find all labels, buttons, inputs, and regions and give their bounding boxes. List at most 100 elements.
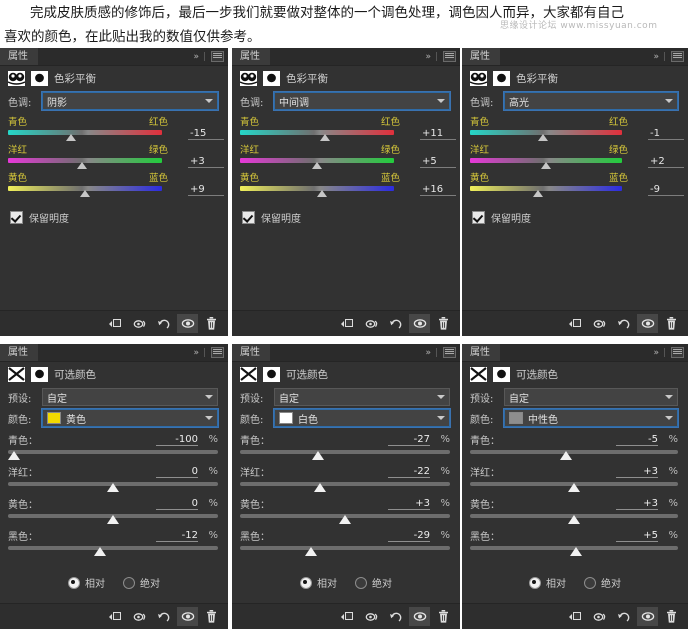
colors-dropdown[interactable]: 黄色 bbox=[41, 408, 219, 428]
clip-to-layer-button[interactable] bbox=[565, 607, 586, 626]
selective-color-slider[interactable]: 黑色： +5% bbox=[462, 527, 688, 556]
clip-to-layer-button[interactable] bbox=[337, 607, 358, 626]
method-absolute-radio[interactable]: 绝对 bbox=[584, 575, 621, 590]
layer-mask-icon[interactable] bbox=[493, 366, 510, 382]
slider-handle[interactable] bbox=[94, 547, 107, 556]
method-relative-radio[interactable]: 相对 bbox=[300, 575, 337, 590]
delete-button[interactable] bbox=[201, 607, 222, 626]
tab-properties[interactable]: 属性 bbox=[232, 48, 270, 65]
slider-value[interactable]: +11 bbox=[420, 128, 456, 140]
panel-menu-icon[interactable] bbox=[211, 51, 224, 62]
reset-button[interactable] bbox=[153, 314, 174, 333]
panel-menu-icon[interactable] bbox=[671, 347, 684, 358]
radio-dot[interactable] bbox=[123, 576, 135, 589]
collapse-panel-icon[interactable]: » bbox=[193, 348, 198, 358]
layer-mask-icon[interactable] bbox=[493, 70, 510, 86]
color-balance-slider[interactable]: 洋红 绿色 +2 bbox=[462, 144, 688, 169]
reset-button[interactable] bbox=[385, 314, 406, 333]
radio-dot[interactable] bbox=[584, 576, 596, 589]
panel-menu-icon[interactable] bbox=[443, 347, 456, 358]
collapse-panel-icon[interactable]: » bbox=[425, 52, 430, 62]
slider-handle[interactable] bbox=[541, 162, 551, 169]
reset-button[interactable] bbox=[613, 607, 634, 626]
tone-dropdown[interactable]: 阴影 bbox=[41, 91, 219, 111]
layer-mask-icon[interactable] bbox=[263, 70, 280, 86]
slider-value[interactable]: -5 bbox=[616, 434, 658, 446]
color-balance-slider[interactable]: 黄色 蓝色 +9 bbox=[0, 172, 228, 197]
slider-value[interactable]: +9 bbox=[188, 184, 224, 196]
slider-value[interactable]: +3 bbox=[616, 498, 658, 510]
selective-color-slider[interactable]: 青色： -5% bbox=[462, 431, 688, 460]
slider-handle[interactable] bbox=[107, 515, 119, 524]
method-absolute-radio[interactable]: 绝对 bbox=[355, 575, 392, 590]
slider-value[interactable]: +2 bbox=[648, 156, 684, 168]
preset-dropdown[interactable]: 自定 bbox=[504, 388, 678, 406]
radio-dot[interactable] bbox=[68, 576, 80, 589]
selective-color-slider[interactable]: 青色： -100% bbox=[0, 431, 228, 460]
slider-value[interactable]: -9 bbox=[648, 184, 684, 196]
view-previous-state-button[interactable] bbox=[129, 314, 150, 333]
method-relative-radio[interactable]: 相对 bbox=[529, 575, 566, 590]
radio-dot[interactable] bbox=[355, 576, 367, 589]
color-balance-slider[interactable]: 青色 红色 -15 bbox=[0, 116, 228, 141]
slider-handle[interactable] bbox=[76, 162, 87, 169]
slider-handle[interactable] bbox=[311, 451, 324, 460]
collapse-panel-icon[interactable]: » bbox=[653, 52, 658, 62]
slider-handle[interactable] bbox=[537, 134, 548, 141]
slider-handle[interactable] bbox=[339, 515, 351, 524]
clip-to-layer-button[interactable] bbox=[105, 607, 126, 626]
preset-dropdown[interactable]: 自定 bbox=[42, 388, 218, 406]
color-balance-slider[interactable]: 洋红 绿色 +5 bbox=[232, 144, 460, 169]
view-previous-state-button[interactable] bbox=[589, 607, 610, 626]
view-previous-state-button[interactable] bbox=[361, 607, 382, 626]
panel-menu-icon[interactable] bbox=[671, 51, 684, 62]
radio-dot[interactable] bbox=[529, 576, 541, 589]
slider-value[interactable]: -22 bbox=[388, 466, 430, 478]
selective-color-slider[interactable]: 黄色： +3% bbox=[232, 495, 460, 524]
slider-handle[interactable] bbox=[568, 483, 580, 492]
selective-color-slider[interactable]: 洋红： +3% bbox=[462, 463, 688, 492]
slider-handle[interactable] bbox=[305, 547, 318, 556]
tone-dropdown[interactable]: 中间调 bbox=[273, 91, 451, 111]
delete-button[interactable] bbox=[661, 607, 682, 626]
toggle-visibility-button[interactable] bbox=[177, 607, 198, 626]
selective-color-slider[interactable]: 黑色： -12% bbox=[0, 527, 228, 556]
collapse-panel-icon[interactable]: » bbox=[653, 348, 658, 358]
panel-menu-icon[interactable] bbox=[443, 51, 456, 62]
preserve-luminosity-row[interactable]: 保留明度 bbox=[0, 200, 228, 225]
colors-dropdown[interactable]: 中性色 bbox=[503, 408, 679, 428]
view-previous-state-button[interactable] bbox=[361, 314, 382, 333]
panel-menu-icon[interactable] bbox=[211, 347, 224, 358]
tab-properties[interactable]: 属性 bbox=[0, 48, 38, 65]
slider-value[interactable]: -15 bbox=[188, 128, 224, 140]
method-relative-radio[interactable]: 相对 bbox=[68, 575, 105, 590]
tab-properties[interactable]: 属性 bbox=[462, 344, 500, 361]
slider-handle[interactable] bbox=[107, 483, 119, 492]
selective-color-slider[interactable]: 青色： -27% bbox=[232, 431, 460, 460]
slider-handle[interactable] bbox=[80, 190, 90, 197]
preserve-luminosity-checkbox[interactable] bbox=[10, 211, 23, 224]
clip-to-layer-button[interactable] bbox=[105, 314, 126, 333]
collapse-panel-icon[interactable]: » bbox=[425, 348, 430, 358]
method-absolute-radio[interactable]: 绝对 bbox=[123, 575, 160, 590]
delete-button[interactable] bbox=[661, 314, 682, 333]
delete-button[interactable] bbox=[433, 607, 454, 626]
color-balance-slider[interactable]: 洋红 绿色 +3 bbox=[0, 144, 228, 169]
reset-button[interactable] bbox=[153, 607, 174, 626]
preserve-luminosity-row[interactable]: 保留明度 bbox=[462, 200, 688, 225]
layer-mask-icon[interactable] bbox=[263, 366, 280, 382]
slider-value[interactable]: +5 bbox=[616, 530, 658, 542]
toggle-visibility-button[interactable] bbox=[637, 314, 658, 333]
tab-properties[interactable]: 属性 bbox=[0, 344, 38, 361]
toggle-visibility-button[interactable] bbox=[637, 607, 658, 626]
collapse-panel-icon[interactable]: » bbox=[193, 52, 198, 62]
colors-dropdown[interactable]: 白色 bbox=[273, 408, 451, 428]
selective-color-slider[interactable]: 洋红： 0% bbox=[0, 463, 228, 492]
color-balance-slider[interactable]: 黄色 蓝色 +16 bbox=[232, 172, 460, 197]
preserve-luminosity-checkbox[interactable] bbox=[242, 211, 255, 224]
radio-dot[interactable] bbox=[300, 576, 312, 589]
slider-value[interactable]: +3 bbox=[188, 156, 224, 168]
tab-properties[interactable]: 属性 bbox=[232, 344, 270, 361]
slider-handle[interactable] bbox=[312, 162, 322, 169]
color-balance-slider[interactable]: 黄色 蓝色 -9 bbox=[462, 172, 688, 197]
